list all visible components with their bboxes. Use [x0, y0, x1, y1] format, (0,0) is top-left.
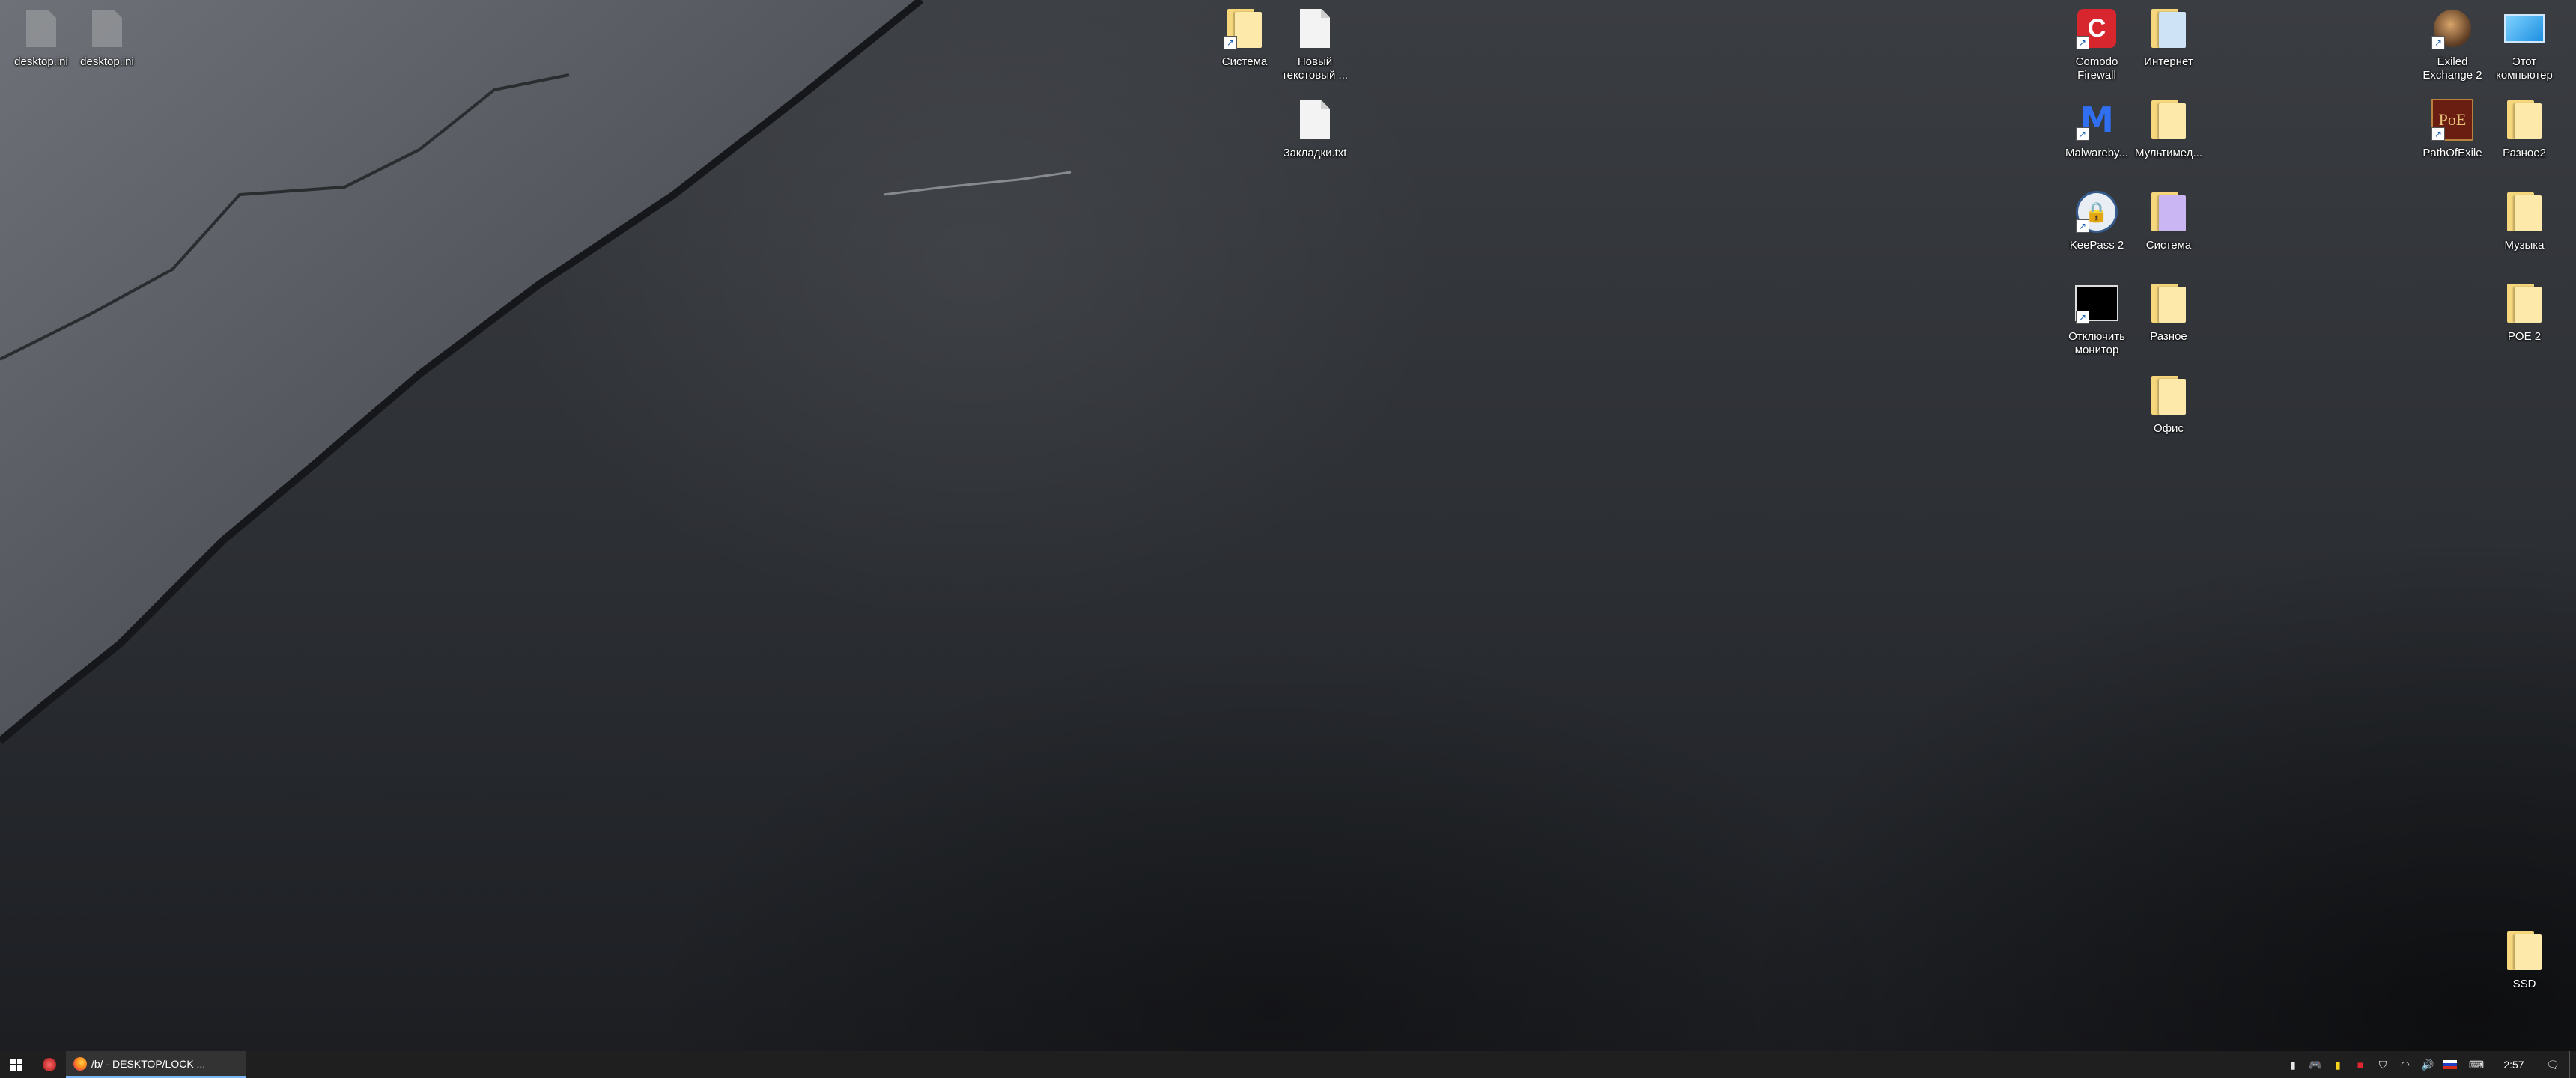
icon-label: Разное — [2150, 330, 2187, 343]
malwarebytes-icon: M ↗ — [2074, 97, 2119, 142]
comodo-firewall-shortcut[interactable]: C ↗ Comodo Firewall — [2056, 6, 2138, 82]
desktop-ini-icon-2[interactable]: desktop.ini — [66, 6, 148, 69]
poe-icon: PoE ↗ — [2430, 97, 2475, 142]
folder-icon: ↗ — [1222, 6, 1267, 51]
icon-label: Malwareby... — [2065, 147, 2128, 159]
taskbar: /b/ - DESKTOP/LOCK ... ▮ 🎮 ▮ ■ ⛉ ◠ 🔊 ⌨ 2… — [0, 1051, 2576, 1078]
gamepad-icon[interactable]: 🎮 — [2304, 1051, 2327, 1078]
icon-label: Отключить монитор — [2068, 330, 2125, 356]
ofis-folder[interactable]: Офис — [2127, 373, 2210, 436]
pinned-app-button[interactable] — [33, 1051, 66, 1078]
shortcut-arrow-icon: ↗ — [2431, 36, 2445, 49]
language-flag-icon[interactable] — [2439, 1051, 2461, 1078]
monitor-icon: ↗ — [2074, 281, 2119, 326]
muzyka-folder[interactable]: Музыка — [2483, 189, 2566, 252]
notification-icon[interactable]: 🗨 — [2536, 1051, 2569, 1078]
keepass-shortcut[interactable]: 🔒 ↗ KeePass 2 — [2056, 189, 2138, 252]
folder-icon — [2502, 928, 2547, 973]
taskbar-firefox-window[interactable]: /b/ - DESKTOP/LOCK ... — [66, 1051, 246, 1078]
file-icon — [19, 6, 64, 51]
app-pin-icon — [43, 1058, 56, 1071]
show-desktop-button[interactable] — [2569, 1051, 2576, 1078]
usb-drive-icon[interactable]: ▮ — [2282, 1051, 2304, 1078]
path-of-exile-shortcut[interactable]: PoE ↗ PathOfExile — [2411, 97, 2494, 160]
this-pc-icon[interactable]: Этот компьютер — [2483, 6, 2566, 82]
monitor-off-shortcut[interactable]: ↗ Отключить монитор — [2056, 281, 2138, 357]
comodo-icon: C ↗ — [2074, 6, 2119, 51]
taskbar-window-title: /b/ - DESKTOP/LOCK ... — [91, 1057, 206, 1070]
folder-icon — [2146, 97, 2191, 142]
ssd-folder[interactable]: SSD — [2483, 928, 2566, 991]
icon-label: KeePass 2 — [2069, 239, 2124, 252]
icon-label: Музыка — [2504, 239, 2545, 252]
windows-start-icon — [10, 1059, 22, 1071]
shield-icon[interactable]: ⛉ — [2372, 1051, 2394, 1078]
icon-label: desktop.ini — [80, 55, 134, 68]
keyboard-icon[interactable]: ⌨ — [2461, 1051, 2491, 1078]
bookmarks-txt-icon[interactable]: Закладки.txt — [1274, 97, 1356, 160]
folder-icon — [2502, 189, 2547, 234]
computer-icon — [2502, 6, 2547, 51]
shortcut-arrow-icon: ↗ — [2076, 219, 2089, 233]
folder-icon — [2146, 373, 2191, 418]
icon-label: Comodo Firewall — [2075, 55, 2118, 82]
folder-icon — [2146, 281, 2191, 326]
shortcut-arrow-icon: ↗ — [2076, 127, 2089, 141]
keepass-lock-icon: 🔒 ↗ — [2074, 189, 2119, 234]
icon-label: Интернет — [2144, 55, 2193, 68]
icon-label: Система — [2145, 239, 2192, 252]
icon-label: PathOfExile — [2422, 147, 2482, 159]
poe2-folder[interactable]: POE 2 — [2483, 281, 2566, 344]
exiled-exchange-icon: ↗ — [2430, 6, 2475, 51]
icon-label: Офис — [2154, 422, 2184, 435]
folder-icon — [2146, 189, 2191, 234]
desktop[interactable]: desktop.ini desktop.ini ↗ Система Новый … — [0, 0, 2576, 1051]
folder-icon — [2502, 281, 2547, 326]
system-tray: ▮ 🎮 ▮ ■ ⛉ ◠ 🔊 ⌨ 2:57 🗨 — [2282, 1051, 2576, 1078]
raznoe2-folder[interactable]: Разное2 — [2483, 97, 2566, 160]
firefox-icon — [73, 1056, 87, 1071]
multimedia-folder[interactable]: Мультимед... — [2127, 97, 2210, 160]
shortcut-arrow-icon: ↗ — [1224, 36, 1237, 49]
text-file-icon — [1292, 97, 1337, 142]
icon-label: SSD — [2512, 978, 2536, 990]
file-icon — [85, 6, 130, 51]
text-file-icon — [1292, 6, 1337, 51]
icon-label: POE 2 — [2507, 330, 2542, 343]
icon-label: Этот компьютер — [2496, 55, 2553, 82]
network-icon[interactable]: ◠ — [2394, 1051, 2416, 1078]
icon-label: Разное2 — [2503, 147, 2546, 159]
start-button[interactable] — [0, 1051, 33, 1078]
volume-icon[interactable]: 🔊 — [2416, 1051, 2439, 1078]
clock[interactable]: 2:57 — [2491, 1059, 2536, 1071]
icon-label: Новый текстовый ... — [1281, 55, 1349, 82]
icon-label: Exiled Exchange 2 — [2422, 55, 2482, 82]
comodo-tray-icon[interactable]: ■ — [2349, 1051, 2372, 1078]
battery-icon[interactable]: ▮ — [2327, 1051, 2349, 1078]
raznoe-folder[interactable]: Разное — [2127, 281, 2210, 344]
shortcut-arrow-icon: ↗ — [2076, 36, 2089, 49]
internet-folder[interactable]: Интернет — [2127, 6, 2210, 69]
sistema-folder[interactable]: Система — [2127, 189, 2210, 252]
new-text-document-icon[interactable]: Новый текстовый ... — [1274, 6, 1356, 82]
icon-label: Мультимед... — [2134, 147, 2203, 159]
shortcut-arrow-icon: ↗ — [2076, 311, 2089, 324]
icon-label: Закладки.txt — [1283, 147, 1347, 159]
shortcut-arrow-icon: ↗ — [2431, 127, 2445, 141]
folder-icon — [2502, 97, 2547, 142]
exiled-exchange-shortcut[interactable]: ↗ Exiled Exchange 2 — [2411, 6, 2494, 82]
folder-icon — [2146, 6, 2191, 51]
malwarebytes-shortcut[interactable]: M ↗ Malwareby... — [2056, 97, 2138, 160]
